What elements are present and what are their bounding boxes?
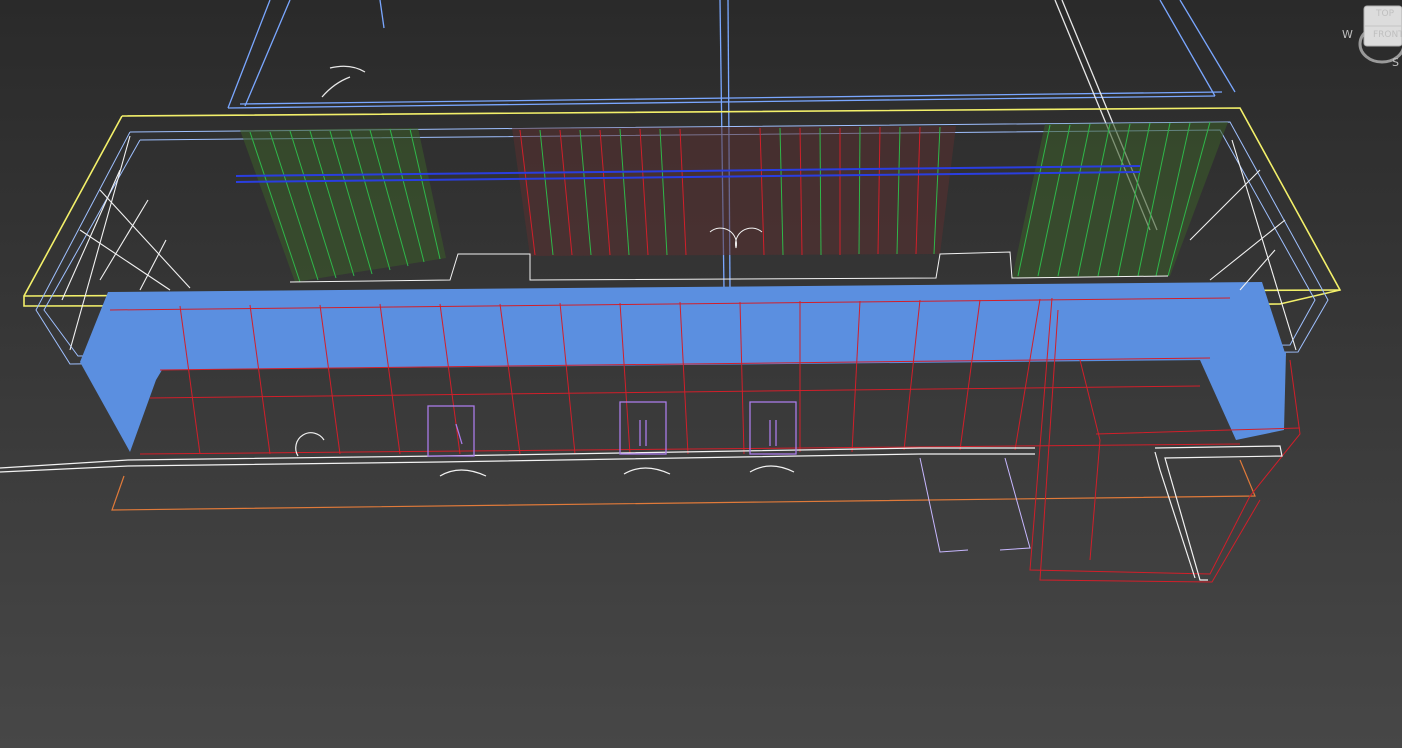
3d-viewport[interactable]: TOP FRONT W S xyxy=(0,0,1402,748)
seating-left xyxy=(240,128,446,283)
compass-west-label: W xyxy=(1342,28,1353,41)
seating-center xyxy=(512,126,956,256)
viewcube-face-front[interactable]: FRONT xyxy=(1373,30,1402,40)
front-wall xyxy=(80,282,1286,455)
right-annex-white xyxy=(1154,445,1283,581)
viewcube-navigator[interactable]: TOP FRONT W S xyxy=(1342,0,1402,70)
wireframe-scene[interactable] xyxy=(0,0,1402,748)
floor-outline-orange xyxy=(111,459,1256,511)
floor-outline-lavender xyxy=(919,457,1031,553)
viewcube-face-top[interactable]: TOP xyxy=(1376,9,1394,19)
compass-south-label: S xyxy=(1392,56,1399,69)
bottom-wall-outline xyxy=(0,432,1035,477)
doors-purple[interactable] xyxy=(427,401,797,457)
seating-right xyxy=(1012,121,1228,278)
